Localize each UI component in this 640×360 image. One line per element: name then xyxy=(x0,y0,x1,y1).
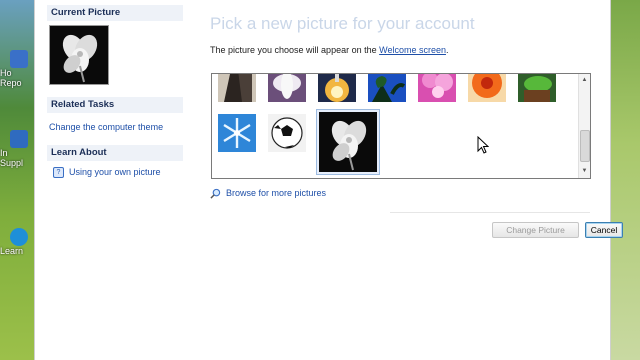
desktop-icon-label: In Suppl xyxy=(0,148,24,168)
change-theme-link[interactable]: Change the computer theme xyxy=(49,122,163,132)
flower-icon xyxy=(268,74,306,102)
picture-tile[interactable] xyxy=(368,74,406,102)
change-picture-button[interactable]: Change Picture xyxy=(492,222,579,238)
rocket-icon xyxy=(318,74,356,102)
cancel-button[interactable]: Cancel xyxy=(585,222,623,238)
learn-about-heading: Learn About xyxy=(47,145,183,161)
divider xyxy=(390,212,590,213)
browse-more-pictures-link[interactable]: Browse for more pictures xyxy=(210,188,326,199)
pink-flower-icon xyxy=(418,74,456,102)
picture-tile[interactable] xyxy=(268,114,306,152)
desktop-icon-home-report[interactable]: Ho Repo xyxy=(0,50,34,88)
main-content: Pick a new picture for your account The … xyxy=(210,0,623,360)
desktop-icon-label: Ho Repo xyxy=(0,68,22,88)
scroll-up-arrow-icon[interactable]: ▲ xyxy=(580,76,589,85)
orange-flower-icon xyxy=(468,74,506,102)
user-accounts-window: Current Picture Related Tasks Change the… xyxy=(34,0,623,360)
picture-tile[interactable] xyxy=(468,74,506,102)
sidebar: Current Picture Related Tasks Change the… xyxy=(35,0,185,360)
palm-trees-icon xyxy=(368,74,406,102)
mouse-cursor-icon xyxy=(477,136,489,154)
magnifier-icon xyxy=(210,188,221,199)
desktop-icon-learn[interactable]: Learn xyxy=(0,228,34,256)
welcome-screen-link[interactable]: Welcome screen xyxy=(379,45,446,55)
picture-tile[interactable] xyxy=(268,74,306,102)
own-picture-help-link[interactable]: ? Using your own picture xyxy=(53,167,161,179)
white-flower-icon xyxy=(319,112,377,172)
description-prefix: The picture you choose will appear on th… xyxy=(210,45,380,55)
scroll-down-arrow-icon[interactable]: ▼ xyxy=(580,167,589,176)
description-suffix: . xyxy=(445,45,449,55)
current-picture-heading: Current Picture xyxy=(47,5,183,21)
soccer-ball-icon xyxy=(268,114,306,152)
document-icon xyxy=(10,50,28,68)
horse-icon xyxy=(218,74,256,102)
picture-tile[interactable] xyxy=(218,74,256,102)
own-picture-link-label: Using your own picture xyxy=(69,167,161,177)
desktop-right xyxy=(609,0,640,360)
picture-tile-selected[interactable] xyxy=(316,109,380,175)
white-flower-icon xyxy=(50,26,108,84)
support-icon xyxy=(10,130,28,148)
browse-link-label: Browse for more pictures xyxy=(226,188,327,198)
desktop-icon-label: Learn xyxy=(0,246,24,256)
current-picture-thumbnail xyxy=(49,25,109,85)
picture-tile[interactable] xyxy=(418,74,456,102)
picture-tile[interactable] xyxy=(218,114,256,152)
snowflake-icon xyxy=(218,114,256,152)
picture-picker: ▲ ▼ xyxy=(211,73,591,179)
scroll-thumb[interactable] xyxy=(580,130,590,162)
picker-scrollbar[interactable]: ▲ ▼ xyxy=(578,74,590,178)
desktop-icon-support[interactable]: In Suppl xyxy=(0,130,34,168)
desktop-left: Ho Repo In Suppl Learn xyxy=(0,0,34,360)
chameleon-icon xyxy=(518,74,556,102)
page-title: Pick a new picture for your account xyxy=(210,14,475,33)
globe-icon xyxy=(10,228,28,246)
picture-tile[interactable] xyxy=(318,74,356,102)
help-icon: ? xyxy=(53,167,64,179)
picture-tile[interactable] xyxy=(518,74,556,102)
related-tasks-heading: Related Tasks xyxy=(47,97,183,113)
description: The picture you choose will appear on th… xyxy=(210,45,448,55)
